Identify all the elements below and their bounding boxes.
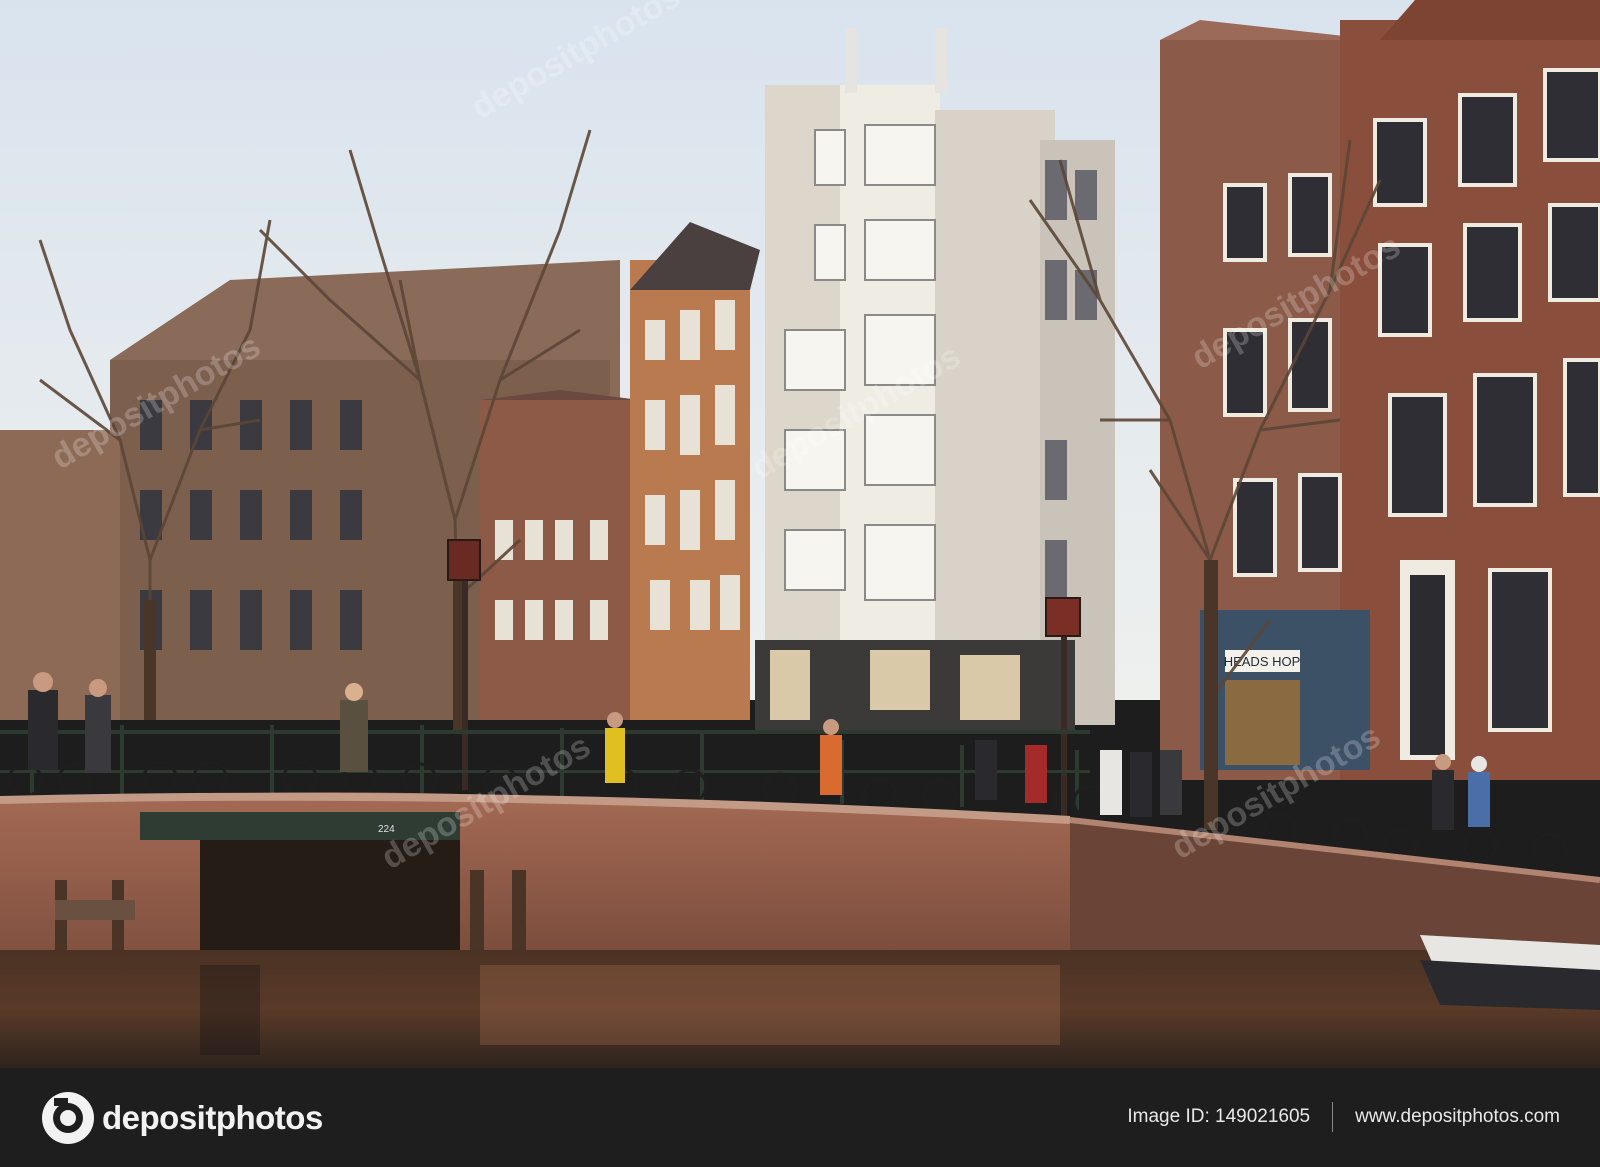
tree-trunk — [144, 600, 156, 720]
right-brick-houses: HEADS HOP — [1160, 0, 1600, 780]
depositphotos-logo[interactable]: depositphotos — [40, 1090, 323, 1146]
logo-text: depositphotos — [102, 1099, 323, 1136]
tree-trunk — [1204, 560, 1218, 830]
footer-bar: depositphotos Image ID: 149021605 www.de… — [0, 1068, 1600, 1167]
website-link[interactable]: www.depositphotos.com — [1355, 1106, 1560, 1128]
image-id: Image ID: 149021605 — [1127, 1106, 1311, 1127]
camera-aperture-icon — [42, 1092, 94, 1144]
image-meta: Image ID: 149021605 www.depositphotos.co… — [1127, 1102, 1560, 1132]
amsterdam-canal-scene: HEADS HOP 224 depositphotos depositphoto… — [0, 0, 1600, 1068]
canal-photo: HEADS HOP 224 depositphotos depositphoto… — [0, 0, 1600, 1068]
divider — [1332, 1102, 1334, 1132]
